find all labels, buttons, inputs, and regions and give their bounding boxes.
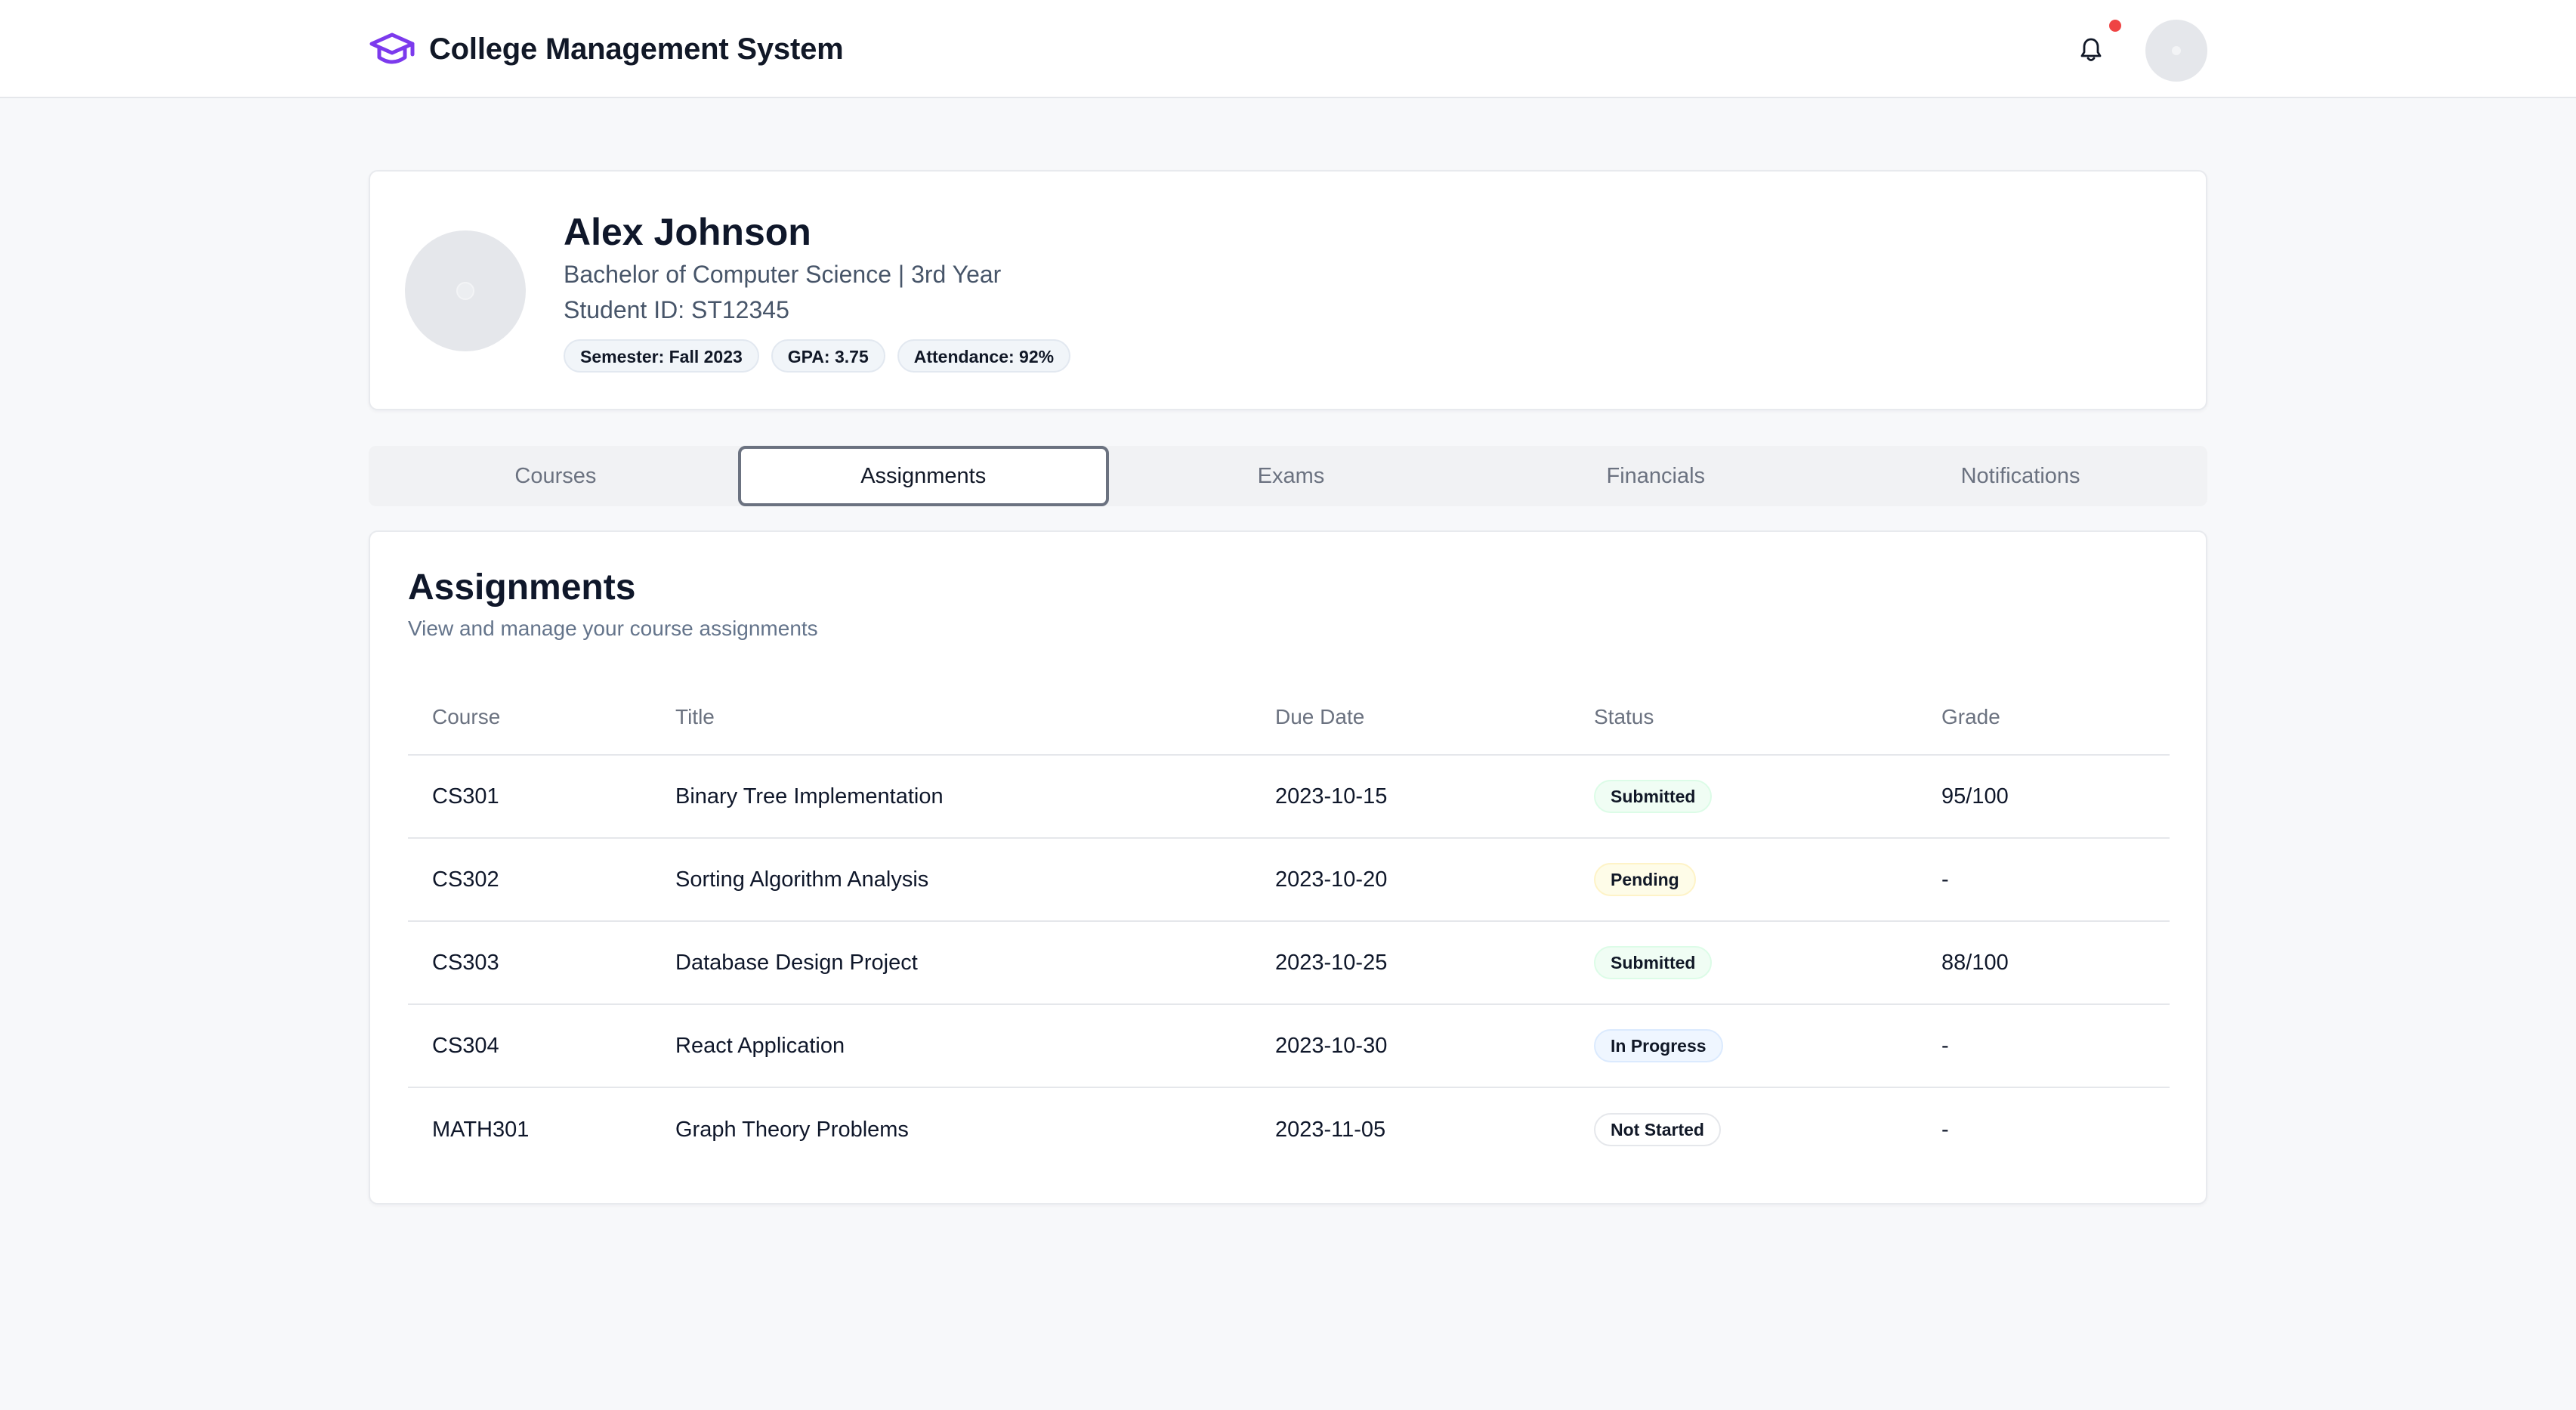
cell-course: CS303 [432, 950, 499, 975]
attendance-badge: Attendance: 92% [897, 339, 1071, 373]
column-header-grade: Grade [1941, 705, 2000, 728]
cell-due-date: 2023-10-20 [1275, 867, 1388, 892]
table-row[interactable]: MATH301 Graph Theory Problems 2023-11-05… [408, 1088, 2170, 1171]
cell-status: Submitted [1594, 946, 1941, 979]
cell-due-date: 2023-10-30 [1275, 1033, 1388, 1058]
cell-status: In Progress [1594, 1029, 1941, 1062]
cell-title: Sorting Algorithm Analysis [675, 867, 929, 892]
profile-badges: Semester: Fall 2023 GPA: 3.75 Attendance… [564, 339, 1071, 373]
cell-due-date: 2023-10-25 [1275, 950, 1388, 975]
app-title: College Management System [429, 32, 844, 66]
column-header-title: Title [675, 705, 715, 728]
section-title: Assignments [408, 567, 636, 608]
cell-grade: - [1941, 1033, 1949, 1058]
table-row[interactable]: CS303 Database Design Project 2023-10-25… [408, 922, 2170, 1005]
profile-info: Alex Johnson Bachelor of Computer Scienc… [564, 208, 1071, 373]
cell-grade: - [1941, 867, 1949, 892]
student-profile-card: Alex Johnson Bachelor of Computer Scienc… [369, 170, 2207, 410]
user-avatar[interactable] [2145, 20, 2207, 82]
tab-exams[interactable]: Exams [1109, 446, 1474, 506]
cell-status: Submitted [1594, 780, 1941, 813]
tab-financials[interactable]: Financials [1473, 446, 1838, 506]
assignments-card: Assignments View and manage your course … [369, 530, 2207, 1204]
status-badge: Submitted [1594, 946, 1713, 979]
cell-grade: 88/100 [1941, 950, 2009, 975]
section-tabs: Courses Assignments Exams Financials Not… [369, 446, 2207, 506]
cell-course: CS304 [432, 1033, 499, 1058]
notification-dot [2109, 20, 2121, 32]
avatar-placeholder-icon [2172, 46, 2181, 55]
status-badge: Pending [1594, 863, 1696, 896]
cell-status: Pending [1594, 863, 1941, 896]
section-subtitle: View and manage your course assignments [408, 617, 818, 640]
assignments-table: Course Title Due Date Status Grade CS301… [408, 680, 2170, 1171]
top-navbar: College Management System [0, 0, 2576, 98]
cell-grade: - [1941, 1117, 1949, 1142]
cell-title: Graph Theory Problems [675, 1117, 909, 1142]
tab-courses[interactable]: Courses [373, 446, 738, 506]
column-header-course: Course [432, 705, 501, 728]
cell-course: MATH301 [432, 1117, 530, 1142]
status-badge: Not Started [1594, 1113, 1721, 1146]
column-header-due-date: Due Date [1275, 705, 1365, 728]
cell-course: CS301 [432, 784, 499, 809]
cell-due-date: 2023-11-05 [1275, 1117, 1386, 1142]
status-badge: Submitted [1594, 780, 1713, 813]
cell-status: Not Started [1594, 1113, 1941, 1146]
column-header-status: Status [1594, 705, 1654, 728]
table-row[interactable]: CS302 Sorting Algorithm Analysis 2023-10… [408, 839, 2170, 922]
brand[interactable]: College Management System [369, 27, 844, 71]
status-badge: In Progress [1594, 1029, 1723, 1062]
table-header: Course Title Due Date Status Grade [408, 680, 2170, 756]
semester-badge: Semester: Fall 2023 [564, 339, 759, 373]
cell-title: Binary Tree Implementation [675, 784, 944, 809]
table-row[interactable]: CS301 Binary Tree Implementation 2023-10… [408, 756, 2170, 839]
gpa-badge: GPA: 3.75 [771, 339, 885, 373]
cell-course: CS302 [432, 867, 499, 892]
cell-grade: 95/100 [1941, 784, 2009, 809]
profile-avatar [405, 230, 526, 351]
avatar-placeholder-icon [456, 282, 474, 300]
cell-title: React Application [675, 1033, 845, 1058]
student-program: Bachelor of Computer Science | 3rd Year [564, 261, 1002, 288]
tab-notifications[interactable]: Notifications [1838, 446, 2203, 506]
tab-assignments[interactable]: Assignments [737, 446, 1109, 506]
student-name: Alex Johnson [564, 211, 811, 253]
cell-due-date: 2023-10-15 [1275, 784, 1388, 809]
bell-icon[interactable] [2076, 33, 2106, 66]
graduation-cap-icon [369, 29, 415, 70]
student-id: Student ID: ST12345 [564, 296, 789, 323]
cell-title: Database Design Project [675, 950, 918, 975]
table-row[interactable]: CS304 React Application 2023-10-30 In Pr… [408, 1005, 2170, 1088]
